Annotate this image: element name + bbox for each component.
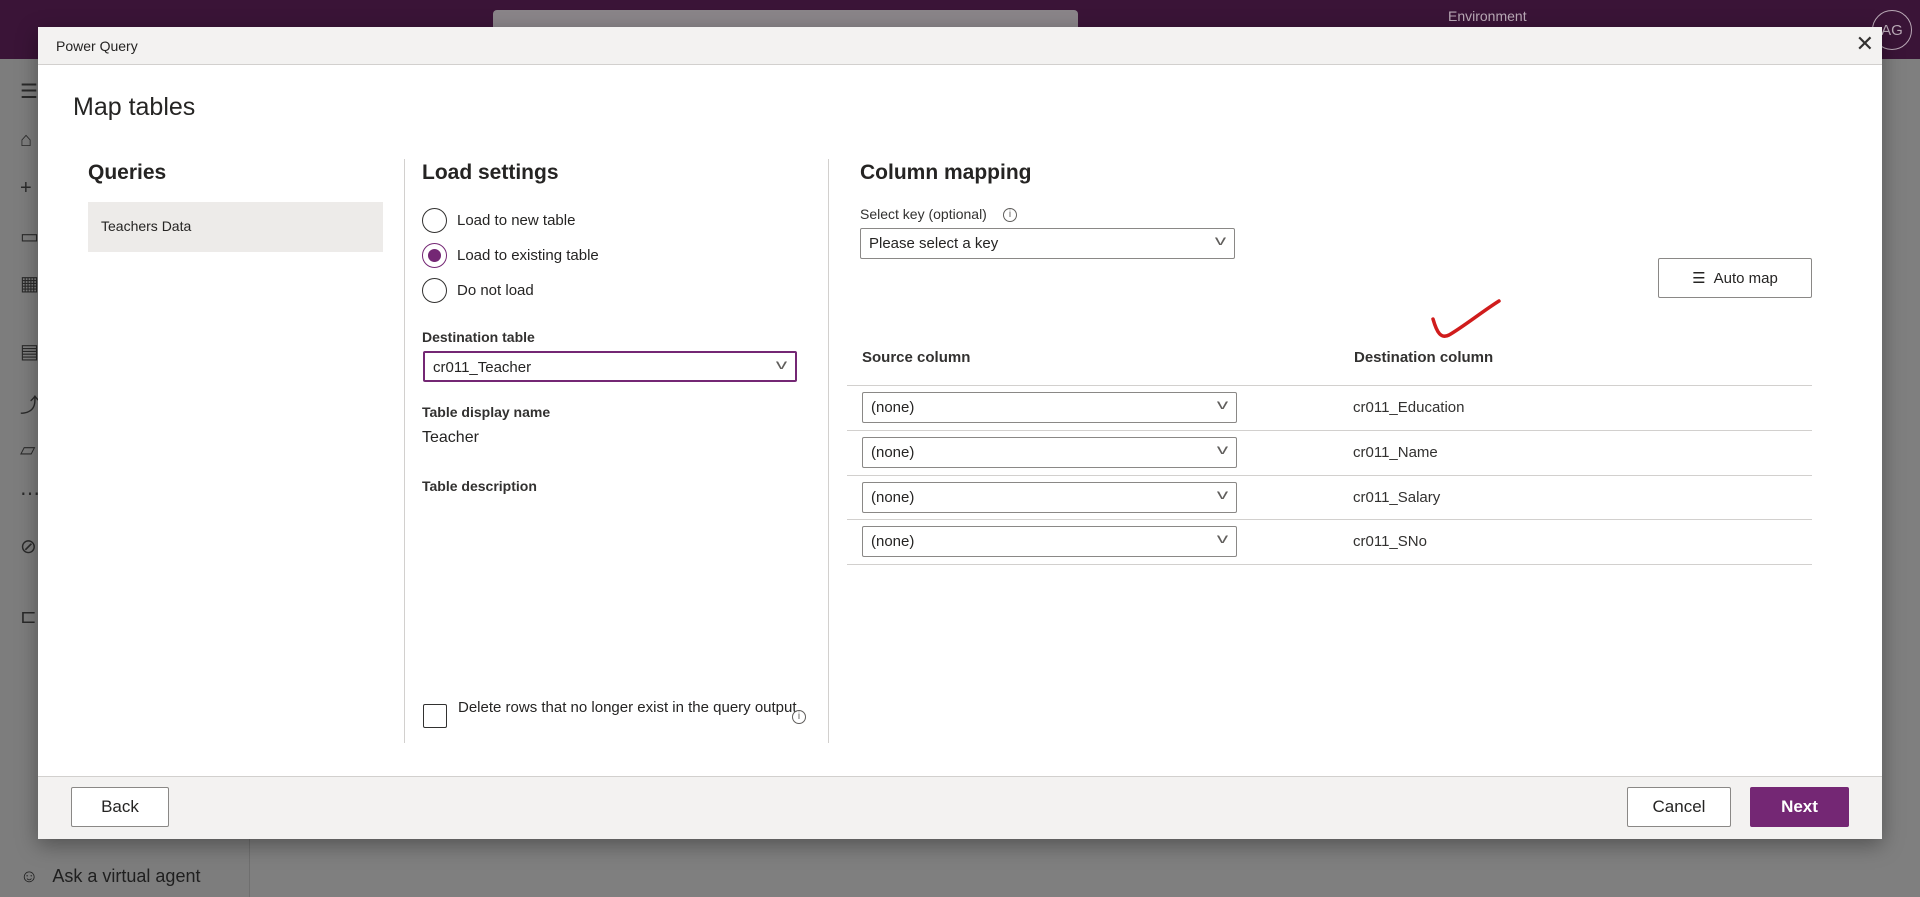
select-key-dropdown[interactable]: Please select a key v bbox=[860, 228, 1235, 259]
destination-column-header: Destination column bbox=[1354, 349, 1494, 366]
chevron-down-icon: v bbox=[1214, 232, 1227, 248]
divider bbox=[847, 564, 1812, 565]
chevron-down-icon: v bbox=[1216, 396, 1229, 412]
menu-icon[interactable]: ☰ bbox=[20, 79, 38, 104]
radio-label: Load to new table bbox=[457, 212, 576, 229]
radio-load-existing[interactable]: Load to existing table bbox=[422, 243, 599, 268]
column-mapping-title: Column mapping bbox=[860, 161, 1032, 184]
mapping-row: (none) v cr011_Name bbox=[847, 430, 1812, 475]
next-button[interactable]: Next bbox=[1750, 787, 1849, 827]
power-icon[interactable]: ⊏ bbox=[20, 604, 37, 629]
info-icon[interactable]: i bbox=[792, 710, 806, 724]
auto-map-label: Auto map bbox=[1713, 269, 1778, 287]
ask-agent-label: Ask a virtual agent bbox=[52, 866, 201, 886]
delete-rows-checkbox[interactable] bbox=[423, 704, 447, 728]
radio-load-new[interactable]: Load to new table bbox=[422, 208, 575, 233]
chevron-down-icon: v bbox=[775, 356, 788, 372]
radio-do-not-load[interactable]: Do not load bbox=[422, 278, 534, 303]
display-name-label: Table display name bbox=[422, 404, 551, 420]
destination-column-name: cr011_SNo bbox=[1353, 533, 1427, 550]
home-icon[interactable]: ⌂ bbox=[20, 129, 32, 152]
dropdown-value: (none) bbox=[871, 399, 915, 416]
dialog-footer: Back Cancel Next bbox=[38, 776, 1882, 839]
radio-label: Load to existing table bbox=[457, 247, 599, 264]
book-icon[interactable]: ▭ bbox=[20, 224, 39, 249]
radio-icon bbox=[422, 208, 447, 233]
dropdown-value: (none) bbox=[871, 444, 915, 461]
divider bbox=[828, 159, 829, 743]
display-name-value: Teacher bbox=[422, 429, 479, 446]
destination-column-name: cr011_Salary bbox=[1353, 489, 1441, 506]
chevron-down-icon: v bbox=[1216, 530, 1229, 546]
divider bbox=[404, 159, 405, 743]
page-title: Map tables bbox=[73, 93, 196, 121]
power-query-dialog: Power Query ✕ Map tables Queries Teacher… bbox=[38, 27, 1882, 839]
auto-map-button[interactable]: ☰ Auto map bbox=[1658, 258, 1812, 298]
dropdown-value: (none) bbox=[871, 533, 915, 550]
queries-title: Queries bbox=[88, 161, 167, 184]
radio-selected-icon bbox=[422, 243, 447, 268]
chevron-down-icon: v bbox=[1216, 486, 1229, 502]
flow-icon[interactable]: ⤴ bbox=[20, 389, 40, 418]
destination-column-name: cr011_Name bbox=[1353, 444, 1438, 461]
chevron-down-icon: v bbox=[1216, 441, 1229, 457]
mapping-row: (none) v cr011_Education bbox=[847, 385, 1812, 430]
close-icon[interactable]: ✕ bbox=[1856, 31, 1874, 57]
compass-icon[interactable]: ⊘ bbox=[20, 534, 37, 559]
load-settings-title: Load settings bbox=[422, 161, 559, 184]
source-column-dropdown[interactable]: (none) v bbox=[862, 482, 1237, 513]
mapping-row: (none) v cr011_SNo bbox=[847, 519, 1812, 564]
destination-table-label: Destination table bbox=[422, 329, 535, 345]
dialog-title: Power Query bbox=[56, 38, 138, 54]
source-column-dropdown[interactable]: (none) v bbox=[862, 392, 1237, 423]
destination-table-dropdown[interactable]: cr011_Teacher v bbox=[423, 351, 797, 382]
ask-virtual-agent[interactable]: ☺ Ask a virtual agent bbox=[20, 866, 200, 887]
red-checkmark-annotation bbox=[1431, 299, 1501, 338]
description-label: Table description bbox=[422, 478, 537, 494]
dialog-header: Power Query ✕ bbox=[38, 27, 1882, 65]
destination-column-name: cr011_Education bbox=[1353, 399, 1465, 416]
source-column-dropdown[interactable]: (none) v bbox=[862, 437, 1237, 468]
dropdown-value: (none) bbox=[871, 489, 915, 506]
select-key-label: Select key (optional) bbox=[860, 206, 987, 222]
cancel-button[interactable]: Cancel bbox=[1627, 787, 1731, 827]
apps-icon[interactable]: ▦ bbox=[20, 271, 39, 296]
dropdown-value: cr011_Teacher bbox=[433, 359, 532, 376]
info-icon[interactable]: i bbox=[1003, 208, 1017, 222]
delete-rows-label: Delete rows that no longer exist in the … bbox=[458, 699, 797, 716]
source-column-header: Source column bbox=[862, 349, 971, 366]
checklist-icon: ☰ bbox=[1692, 270, 1706, 287]
source-column-dropdown[interactable]: (none) v bbox=[862, 526, 1237, 557]
plus-icon[interactable]: + bbox=[20, 177, 32, 200]
mapping-row: (none) v cr011_Salary bbox=[847, 475, 1812, 520]
back-button[interactable]: Back bbox=[71, 787, 169, 827]
more-icon[interactable]: ⋯ bbox=[20, 481, 40, 506]
query-item[interactable]: Teachers Data bbox=[88, 202, 383, 252]
radio-icon bbox=[422, 278, 447, 303]
folder-icon[interactable]: ▱ bbox=[20, 437, 35, 462]
dropdown-placeholder: Please select a key bbox=[869, 235, 999, 252]
table-icon[interactable]: ▤ bbox=[20, 339, 39, 364]
environment-label: Environment bbox=[1448, 8, 1527, 24]
bot-icon: ☺ bbox=[20, 866, 39, 886]
radio-label: Do not load bbox=[457, 282, 534, 299]
